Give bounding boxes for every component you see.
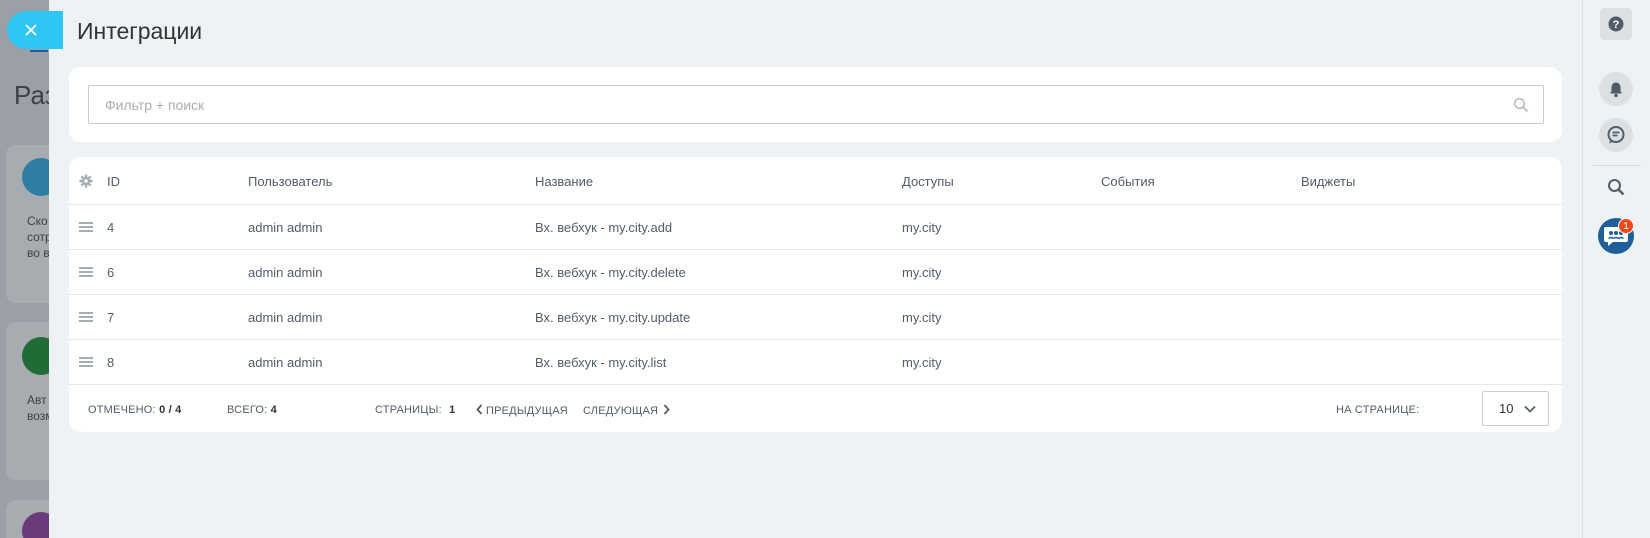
column-header-id[interactable]: ID: [107, 174, 120, 189]
column-header-name[interactable]: Название: [535, 174, 593, 189]
column-header-events[interactable]: События: [1101, 174, 1155, 189]
cell-name: Вх. вебхук - my.city.delete: [535, 265, 686, 280]
row-menu-icon[interactable]: [79, 267, 93, 278]
background-title: Раз: [14, 80, 54, 110]
cell-user: admin admin: [248, 220, 323, 235]
cell-name: Вх. вебхук - my.city.update: [535, 310, 691, 325]
notifications-button[interactable]: [1599, 72, 1633, 106]
notification-badge: 1: [1618, 218, 1634, 234]
cell-name: Вх. вебхук - my.city.add: [535, 220, 673, 235]
per-page-select[interactable]: 10: [1482, 391, 1549, 426]
integrations-panel: Интеграции ID Пользователь Название Дос: [49, 0, 1582, 538]
per-page-value: 10: [1499, 401, 1514, 416]
cell-id: 7: [107, 310, 115, 325]
chevron-left-icon: [476, 404, 483, 415]
cell-access: my.city: [902, 220, 942, 235]
gear-icon[interactable]: [79, 174, 93, 188]
right-sidebar: ? 1: [1582, 0, 1650, 538]
global-search-button[interactable]: [1599, 170, 1633, 204]
table-row[interactable]: 6 admin admin Вх. вебхук - my.city.delet…: [69, 250, 1562, 295]
chat-icon: [1607, 126, 1625, 144]
row-menu-icon[interactable]: [79, 312, 93, 323]
row-menu-icon[interactable]: [79, 222, 93, 233]
background-card-text: Авт возм: [27, 393, 49, 423]
column-header-widgets[interactable]: Виджеты: [1301, 174, 1355, 189]
cell-access: my.city: [902, 265, 942, 280]
total-count: ВСЕГО: 4: [227, 404, 277, 416]
search-field[interactable]: [88, 85, 1544, 124]
rail-divider: [1593, 165, 1641, 166]
table-row[interactable]: 4 admin admin Вх. вебхук - my.city.add m…: [69, 205, 1562, 250]
chevron-right-icon: [664, 404, 670, 415]
cell-user: admin admin: [248, 310, 323, 325]
help-icon: ?: [1608, 16, 1624, 32]
search-input[interactable]: [89, 86, 1479, 123]
cell-id: 8: [107, 355, 115, 370]
cell-id: 4: [107, 220, 115, 235]
cell-id: 6: [107, 265, 115, 280]
help-button[interactable]: ?: [1600, 8, 1632, 40]
table-row[interactable]: 8 admin admin Вх. вебхук - my.city.list …: [69, 340, 1562, 385]
table-row[interactable]: 7 admin admin Вх. вебхук - my.city.updat…: [69, 295, 1562, 340]
cell-user: admin admin: [248, 355, 323, 370]
background-tab-indicator: [30, 50, 48, 52]
grid-header: ID Пользователь Название Доступы События…: [69, 157, 1562, 205]
column-header-user[interactable]: Пользователь: [248, 174, 332, 189]
chevron-down-icon: [1524, 405, 1536, 413]
bell-icon: [1610, 82, 1622, 97]
cell-name: Вх. вебхук - my.city.list: [535, 355, 667, 370]
column-header-access[interactable]: Доступы: [902, 174, 954, 189]
messenger-button[interactable]: [1599, 118, 1633, 152]
search-icon[interactable]: [1513, 97, 1529, 113]
close-slider-button[interactable]: [7, 11, 63, 49]
filter-card: [69, 67, 1562, 142]
cell-access: my.city: [902, 310, 942, 325]
page-title: Интеграции: [77, 18, 203, 44]
next-page-link[interactable]: СЛЕДУЮЩАЯ: [583, 404, 670, 417]
pages-info: СТРАНИЦЫ: 1: [375, 404, 456, 416]
prev-page-link[interactable]: ПРЕДЫДУЩАЯ: [476, 404, 568, 417]
svg-text:?: ?: [1613, 19, 1620, 31]
integrations-grid: ID Пользователь Название Доступы События…: [69, 157, 1562, 432]
close-icon: [25, 24, 37, 36]
cell-user: admin admin: [248, 265, 323, 280]
per-page-label: НА СТРАНИЦЕ:: [1336, 404, 1420, 416]
row-menu-icon[interactable]: [79, 357, 93, 368]
grid-footer: ОТМЕЧЕНО: 0 / 4 ВСЕГО: 4 СТРАНИЦЫ: 1 ПРЕ…: [69, 385, 1562, 432]
selected-count: ОТМЕЧЕНО: 0 / 4: [88, 404, 182, 416]
background-card-text: Ско сотр во в: [27, 214, 49, 260]
cell-access: my.city: [902, 355, 942, 370]
search-icon: [1608, 179, 1625, 196]
